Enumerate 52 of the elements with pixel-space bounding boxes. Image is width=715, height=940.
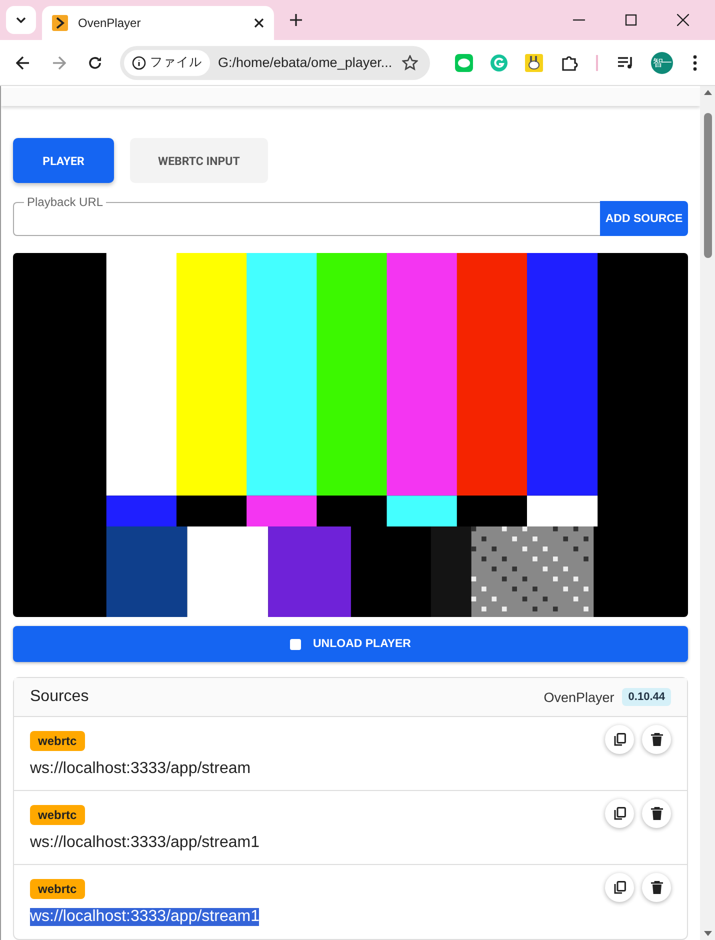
- delete-button[interactable]: [642, 799, 671, 828]
- copy-icon: [614, 881, 626, 894]
- protocol-badge: webrtc: [30, 731, 85, 751]
- site-info-button[interactable]: ファイル: [124, 50, 210, 76]
- star-icon[interactable]: [402, 54, 418, 70]
- playback-url-field[interactable]: Playback URL: [13, 195, 600, 236]
- mode-tab[interactable]: WEBRTC INPUT: [130, 138, 268, 183]
- source-url: ws://localhost:3333/app/stream1: [30, 908, 260, 926]
- profile-avatar[interactable]: 智一: [651, 52, 673, 74]
- delete-button[interactable]: [642, 725, 671, 754]
- scrollbar-thumb[interactable]: [704, 113, 712, 258]
- info-icon: [132, 56, 146, 70]
- reload-icon[interactable]: [88, 56, 102, 70]
- source-url: ws://localhost:3333/app/stream1: [30, 834, 260, 852]
- trash-icon: [650, 733, 662, 746]
- copy-button[interactable]: [605, 799, 634, 828]
- copy-button[interactable]: [605, 873, 634, 902]
- close-icon[interactable]: [677, 14, 689, 26]
- unload-player-button[interactable]: UNLOAD PLAYER: [13, 626, 688, 662]
- scroll-up-icon[interactable]: [704, 90, 712, 95]
- browser-tab[interactable]: OvenPlayer: [42, 6, 274, 40]
- rabbit-extension-icon[interactable]: [525, 54, 543, 72]
- trash-icon: [650, 881, 662, 894]
- tab-title: OvenPlayer: [78, 16, 142, 30]
- tab-search-button[interactable]: [6, 6, 36, 34]
- protocol-badge: webrtc: [30, 879, 85, 899]
- puzzle-extensions-icon[interactable]: [560, 54, 578, 72]
- scroll-down-icon[interactable]: [704, 931, 712, 936]
- new-tab-icon[interactable]: [290, 14, 302, 26]
- address-bar[interactable]: ファイル G:/home/ebata/ome_player...: [120, 46, 430, 80]
- play-logo-icon: [52, 15, 68, 31]
- chevron-down-icon: [16, 17, 26, 23]
- add-source-button[interactable]: ADD SOURCE: [600, 201, 688, 236]
- panel-title: Sources: [30, 688, 89, 706]
- source-url: ws://localhost:3333/app/stream: [30, 760, 251, 778]
- forward-arrow-icon: [52, 56, 66, 70]
- address-url: G:/home/ebata/ome_player...: [218, 55, 394, 70]
- player-name: OvenPlayer: [544, 690, 614, 704]
- trash-icon: [650, 807, 662, 820]
- mode-tab[interactable]: PLAYER: [13, 138, 114, 183]
- copy-icon: [614, 733, 626, 746]
- more-menu-icon[interactable]: [693, 54, 697, 70]
- stop-icon: [290, 638, 301, 650]
- protocol-badge: webrtc: [30, 805, 85, 825]
- maximize-icon[interactable]: [625, 14, 637, 26]
- scrollbar[interactable]: [700, 86, 715, 940]
- version-badge: 0.10.44: [622, 688, 671, 706]
- copy-icon: [614, 807, 626, 820]
- close-icon[interactable]: [254, 18, 264, 28]
- delete-button[interactable]: [642, 873, 671, 902]
- copy-button[interactable]: [605, 725, 634, 754]
- back-arrow-icon[interactable]: [16, 56, 30, 70]
